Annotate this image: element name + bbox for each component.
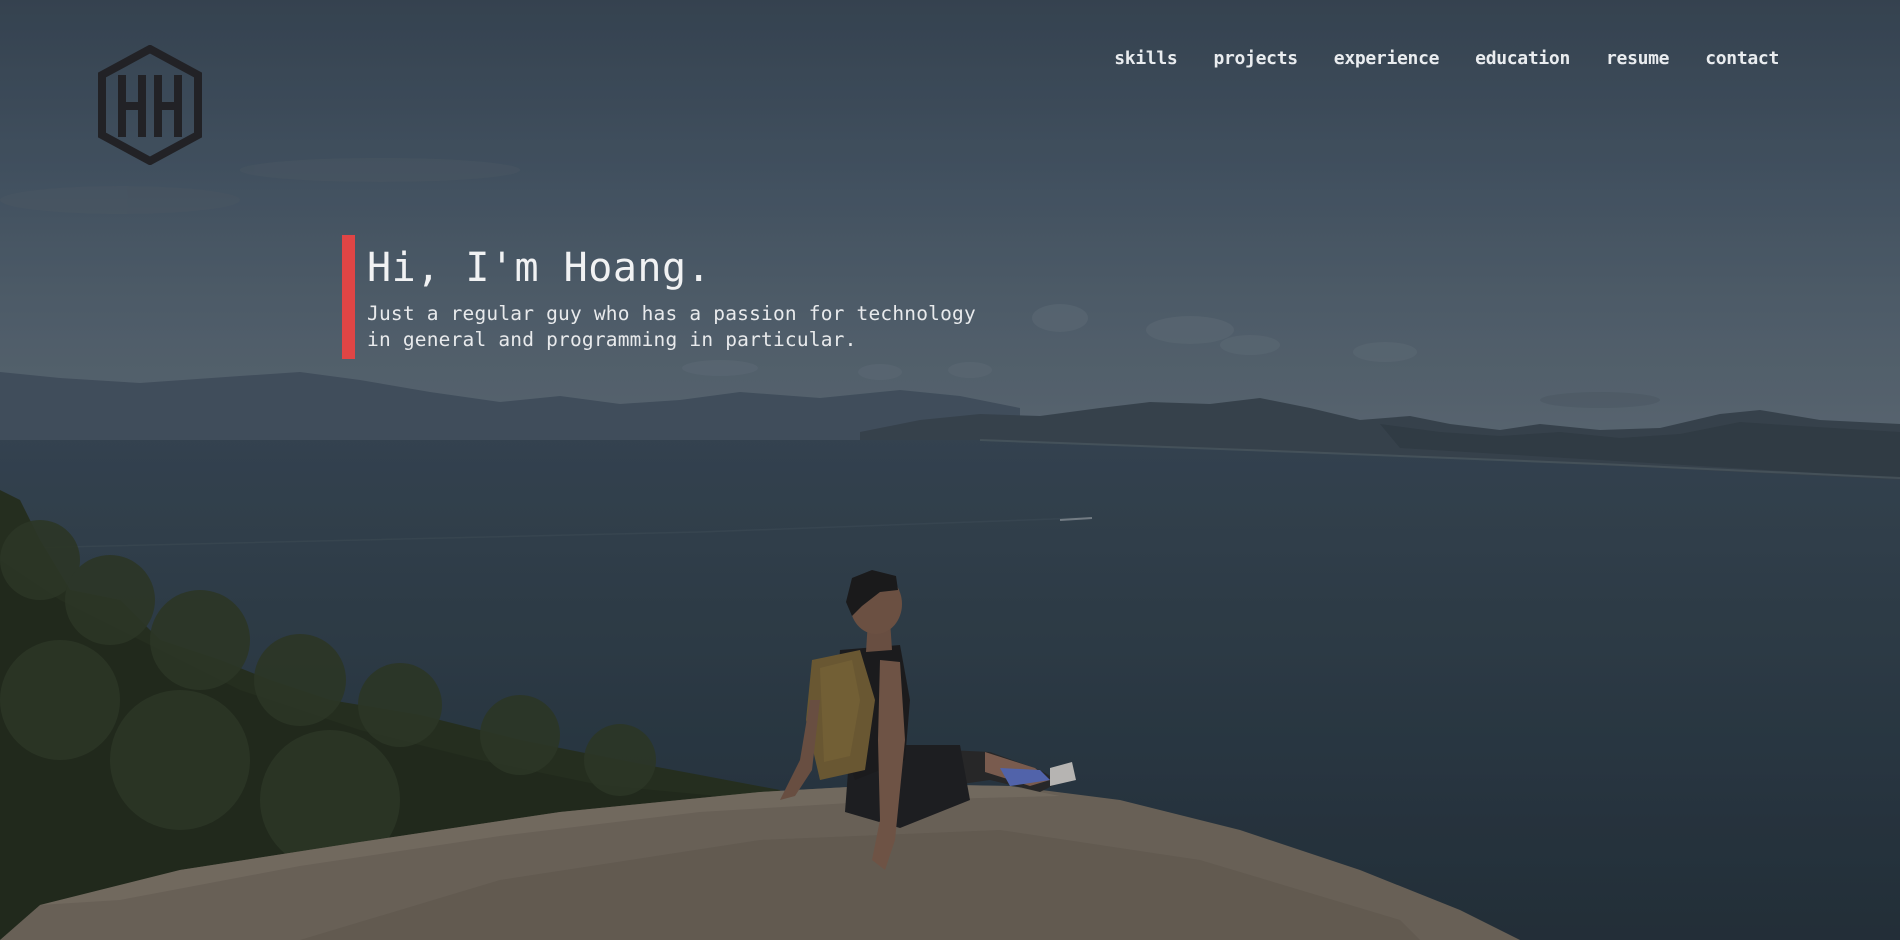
intro-tagline: Just a regular guy who has a passion for…: [367, 302, 976, 351]
nav-link-resume[interactable]: resume: [1606, 48, 1670, 69]
nav-link-experience[interactable]: experience: [1334, 48, 1440, 69]
main-nav: skills projects experience education res…: [1114, 48, 1779, 69]
logo-graphic: [98, 44, 202, 166]
hero-section: skills projects experience education res…: [0, 0, 1900, 940]
intro-heading: Hi, I'm Hoang.: [367, 245, 712, 291]
accent-bar: [342, 235, 355, 359]
intro-block: Hi, I'm Hoang. Just a regular guy who ha…: [342, 235, 1007, 359]
nav-link-skills[interactable]: skills: [1114, 48, 1178, 69]
hexagon-hh-logo-icon[interactable]: [96, 44, 204, 166]
dark-overlay: [0, 0, 1900, 940]
background-photo: [0, 0, 1900, 940]
nav-link-projects[interactable]: projects: [1213, 48, 1298, 69]
nav-link-education[interactable]: education: [1475, 48, 1570, 69]
nav-link-contact[interactable]: contact: [1705, 48, 1779, 69]
